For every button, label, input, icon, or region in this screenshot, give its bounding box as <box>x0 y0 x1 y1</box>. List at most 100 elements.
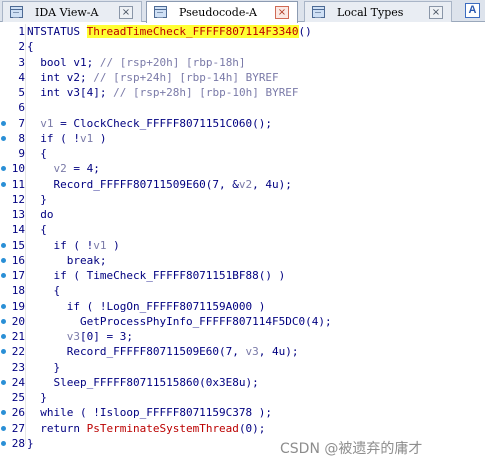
line-number: 1 <box>18 25 25 38</box>
code-token: (0); <box>238 421 266 435</box>
line-number: 16 <box>11 253 25 267</box>
line-number: 9 <box>18 147 25 160</box>
code-text: } <box>27 360 60 375</box>
code-line[interactable]: 11 Record_FFFFF80711509E60(7, &v2, 4u); <box>0 177 485 192</box>
tab-pseudocode[interactable]: Pseudocode-A × <box>146 1 298 23</box>
code-token: } <box>27 192 47 206</box>
code-token: Record_FFFFF80711509E60(7, <box>27 345 246 359</box>
line-number: 13 <box>11 208 25 221</box>
code-token: v2 <box>53 162 67 176</box>
code-token: } <box>27 360 61 374</box>
line-number: 21 <box>11 330 25 343</box>
code-text: if ( !v1 ) <box>27 238 119 253</box>
line-number: 24 <box>11 375 25 389</box>
close-icon[interactable]: × <box>119 6 133 19</box>
code-text: Record_FFFFF80711509E60(7, v3, 4u); <box>27 344 299 359</box>
code-token: // [rsp+24h] [rbp-14h] BYREF <box>93 70 279 84</box>
code-token: int <box>27 70 67 84</box>
code-line[interactable]: 20 GetProcessPhyInfo_FFFFF807114F5DC0(4)… <box>0 314 485 329</box>
line-number: 4 <box>18 70 25 84</box>
code-token: v2 <box>238 177 253 191</box>
code-token: = 4; <box>66 162 100 176</box>
code-text: Record_FFFFF80711509E60(7, &v2, 4u); <box>27 177 291 192</box>
code-line[interactable]: 3 bool v1; // [rsp+20h] [rbp-18h] <box>0 55 485 70</box>
code-line[interactable]: 9 { <box>0 146 485 161</box>
code-token: ) <box>93 131 107 145</box>
code-text: } <box>27 436 34 451</box>
disassembly-icon <box>10 6 23 18</box>
code-text: } <box>27 192 47 207</box>
tab-label: Pseudocode-A <box>179 6 258 19</box>
code-text: { <box>27 283 60 298</box>
code-line[interactable]: 24 Sleep_FFFFF80711515860(0x3E8u); <box>0 375 485 390</box>
code-token: if ( ! <box>27 238 94 252</box>
code-text: { <box>27 39 34 54</box>
code-line[interactable]: 22 Record_FFFFF80711509E60(7, v3, 4u); <box>0 344 485 359</box>
tab-ida-view[interactable]: IDA View-A × <box>2 1 142 22</box>
close-icon[interactable]: × <box>429 6 443 19</box>
code-line[interactable]: 12 } <box>0 192 485 207</box>
code-text: int v2; // [rsp+24h] [rbp-14h] BYREF <box>27 70 279 85</box>
code-token: } <box>27 391 47 404</box>
close-icon[interactable]: × <box>275 6 289 19</box>
line-number: 23 <box>11 360 25 374</box>
code-line[interactable]: 7 v1 = ClockCheck_FFFFF8071151C060(); <box>0 116 485 131</box>
line-number: 5 <box>18 86 25 99</box>
code-line[interactable]: 18 { <box>0 283 485 298</box>
code-text: { <box>27 146 47 161</box>
code-line[interactable]: 16 break; <box>0 253 485 268</box>
code-token: bool <box>27 55 74 69</box>
code-line[interactable]: 15 if ( !v1 ) <box>0 238 485 253</box>
tab-label: IDA View-A <box>35 6 99 19</box>
code-text: do <box>27 207 54 222</box>
code-token: PsTerminateSystemThread <box>86 421 239 435</box>
code-token: Sleep_FFFFF80711515860(0x3E8u); <box>27 375 259 389</box>
code-token: v1 <box>93 238 107 252</box>
code-line[interactable]: 26 while ( !Isloop_FFFFF8071159C378 ); <box>0 405 485 420</box>
code-token: { <box>27 147 47 160</box>
code-line[interactable]: 1 NTSTATUS ThreadTimeCheck_FFFFF807114F33… <box>0 24 485 39</box>
code-token: int <box>27 86 67 99</box>
code-token: v3 <box>245 345 259 359</box>
code-token: if ( TimeCheck_FFFFF8071151BF88() ) <box>27 269 286 282</box>
code-line[interactable]: 13 do <box>0 207 485 222</box>
code-token: v1 <box>73 55 87 69</box>
code-token: return <box>27 421 87 435</box>
watermark: CSDN @被遗弃的庸才 <box>280 441 423 457</box>
code-line[interactable]: 23 } <box>0 360 485 375</box>
tab-local-types[interactable]: Local Types × <box>304 1 452 22</box>
line-number: 7 <box>18 116 25 130</box>
code-line[interactable]: 6 <box>0 100 485 115</box>
code-line[interactable]: 14 { <box>0 222 485 237</box>
code-line[interactable]: 25 } <box>0 390 485 405</box>
code-token: { <box>27 40 34 54</box>
code-line[interactable]: 10 v2 = 4; <box>0 161 485 176</box>
code-text: { <box>27 222 47 237</box>
code-text: v1 = ClockCheck_FFFFF8071151C060(); <box>27 116 272 131</box>
code-line[interactable]: 19 if ( !LogOn_FFFFF8071159A000 ) <box>0 299 485 314</box>
code-token: NTSTATUS <box>27 25 87 38</box>
code-line[interactable]: 17 if ( TimeCheck_FFFFF8071151BF88() ) <box>0 268 485 283</box>
tab-bar: IDA View-A × Pseudocode-A × Local Types … <box>0 0 485 23</box>
code-line[interactable]: 4 int v2; // [rsp+24h] [rbp-14h] BYREF <box>0 70 485 85</box>
code-line[interactable]: 5 int v3[4]; // [rsp+28h] [rbp-10h] BYRE… <box>0 85 485 100</box>
line-number: 22 <box>11 345 25 359</box>
code-token: ; <box>80 70 94 84</box>
code-token: GetProcessPhyInfo_FFFFF807114F5DC0(4); <box>27 314 332 328</box>
code-line[interactable]: 21 v3[0] = 3; <box>0 329 485 344</box>
code-text: v3[0] = 3; <box>27 329 133 344</box>
line-number: 10 <box>11 162 25 176</box>
structures-tab-icon[interactable]: A <box>465 3 480 18</box>
code-line[interactable]: 8 if ( !v1 ) <box>0 131 485 146</box>
line-number: 3 <box>18 55 25 69</box>
line-number: 2 <box>18 40 25 54</box>
code-token: [4]; <box>80 86 114 99</box>
pseudocode-view[interactable]: 1 NTSTATUS ThreadTimeCheck_FFFFF807114F33… <box>0 24 485 450</box>
code-text: if ( TimeCheck_FFFFF8071151BF88() ) <box>27 268 285 283</box>
code-token: do <box>27 208 54 221</box>
code-line[interactable]: 2{ <box>0 39 485 54</box>
code-line[interactable]: 27 return PsTerminateSystemThread(0); <box>0 421 485 436</box>
code-text: return PsTerminateSystemThread(0); <box>27 421 265 436</box>
